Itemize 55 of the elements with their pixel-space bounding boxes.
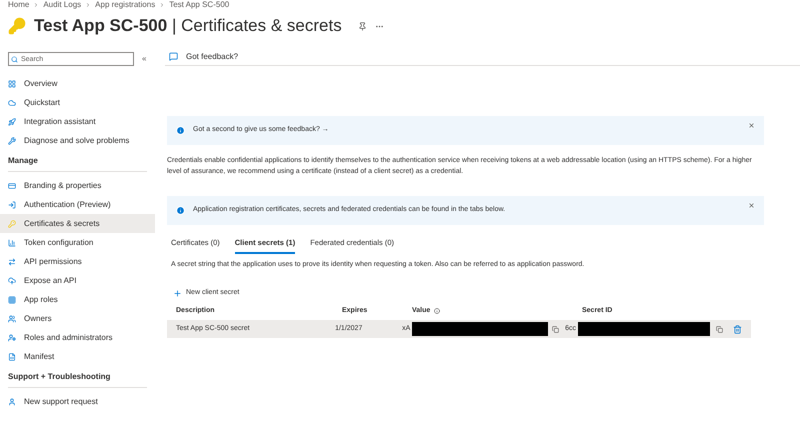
- nav-item[interactable]: Certificates & secrets: [0, 214, 155, 233]
- copy-icon[interactable]: [552, 326, 560, 333]
- info-icon: [434, 308, 440, 314]
- grid-icon: [8, 80, 16, 88]
- arrows-icon: [8, 258, 16, 266]
- nav-item[interactable]: Roles and administrators: [0, 328, 155, 347]
- wrench-icon: [8, 136, 16, 144]
- breadcrumb-link[interactable]: Test App SC-500: [169, 0, 230, 11]
- key-icon: [8, 17, 26, 35]
- nav-item[interactable]: New support request: [0, 392, 155, 411]
- nav-item[interactable]: Expose an API: [0, 271, 155, 290]
- section-heading: Manage: [8, 155, 147, 172]
- breadcrumb-link[interactable]: App registrations: [95, 0, 156, 11]
- nav-item[interactable]: Manifest: [0, 347, 155, 366]
- people-icon: [8, 314, 16, 322]
- cloud-icon: [8, 98, 16, 106]
- nav-item[interactable]: Branding & properties: [0, 176, 155, 195]
- person-gear-icon: [8, 334, 16, 342]
- bars-icon: [8, 238, 16, 246]
- nav-item[interactable]: Owners: [0, 309, 155, 328]
- info-icon: [176, 206, 185, 215]
- section-heading: Support + Troubleshooting: [8, 371, 147, 388]
- nav-item[interactable]: Integration assistant: [0, 112, 155, 131]
- nav-item[interactable]: App roles: [0, 290, 155, 309]
- cloud-icon: [8, 276, 16, 284]
- person-icon: [8, 398, 16, 406]
- chevron-icon: [85, 2, 92, 8]
- sign-in-icon: [8, 200, 16, 208]
- feedback-button[interactable]: Got feedback?: [186, 50, 238, 62]
- close-icon[interactable]: [748, 122, 755, 129]
- pin-icon[interactable]: [358, 22, 367, 30]
- grid-icon: [8, 296, 16, 304]
- rocket-icon: [8, 118, 16, 126]
- chevron-icon: [159, 2, 166, 8]
- nav-item[interactable]: Quickstart: [0, 93, 155, 112]
- breadcrumb-link[interactable]: Home: [8, 0, 30, 11]
- delete-icon[interactable]: [733, 324, 742, 334]
- nav-item[interactable]: Authentication (Preview): [0, 195, 155, 214]
- search-icon: [11, 56, 18, 62]
- nav-item[interactable]: Token configuration: [0, 233, 155, 252]
- breadcrumb-link[interactable]: Audit Logs: [43, 0, 82, 11]
- document-icon: [8, 352, 16, 360]
- nav-item[interactable]: Overview: [0, 74, 155, 93]
- collapse-button[interactable]: «: [142, 53, 146, 65]
- nav-item[interactable]: API permissions: [0, 252, 155, 271]
- card-icon: [8, 182, 16, 190]
- close-icon[interactable]: [748, 202, 755, 209]
- feedback-icon: [169, 52, 178, 61]
- plus-icon: [173, 288, 182, 298]
- key-icon: [8, 220, 16, 228]
- nav-item[interactable]: Diagnose and solve problems: [0, 131, 155, 150]
- info-icon: [176, 126, 185, 135]
- copy-icon[interactable]: [716, 326, 723, 333]
- chevron-icon: [33, 2, 40, 8]
- page-title: Test App SC-500 | Certificates & secrets: [34, 15, 342, 38]
